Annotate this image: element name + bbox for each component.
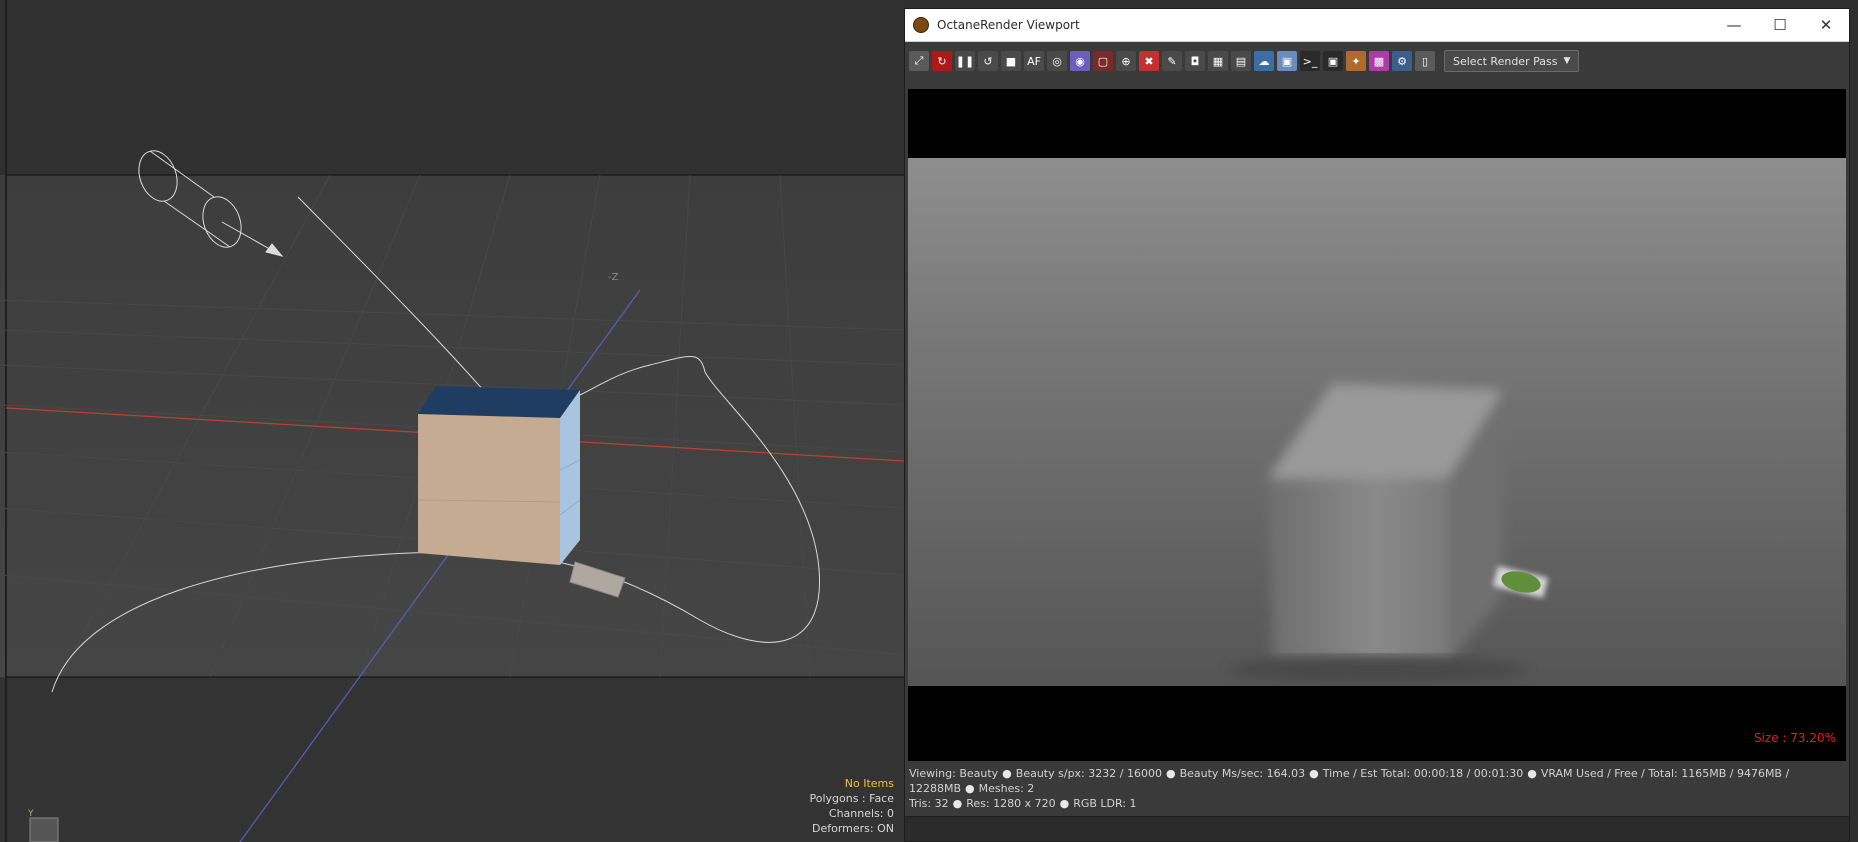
minimize-button[interactable]: — (1711, 9, 1757, 41)
window-titlebar[interactable]: OctaneRender Viewport — ☐ ✕ (905, 9, 1849, 42)
color-picker-icon[interactable]: ◉ (1070, 51, 1090, 71)
svg-text:Y: Y (27, 809, 34, 819)
channels-info: Channels: 0 (828, 807, 894, 820)
caret-down-icon: ▼ (1563, 56, 1571, 66)
selection-info: No Items (844, 777, 894, 790)
status-line2-item: RGB LDR: 1 (1073, 797, 1137, 810)
separator-dot-icon: ● (1527, 767, 1537, 780)
separator-dot-icon: ● (1309, 767, 1319, 780)
device-icon[interactable]: ▯ (1415, 51, 1435, 71)
status-line2-item: Res: 1280 x 720 (966, 797, 1056, 810)
restart-icon[interactable]: ↺ (978, 51, 998, 71)
axis-gizmo-icon: Y (27, 809, 59, 842)
region-icon[interactable]: ▢ (1093, 51, 1113, 71)
lock-icon[interactable]: ✖ (1139, 51, 1159, 71)
render-image (908, 158, 1846, 686)
stop-icon[interactable]: ■ (1001, 51, 1021, 71)
viewport-info-overlay: No Items Polygons : Face Channels: 0 Def… (809, 776, 894, 836)
info-icon[interactable]: ▣ (1323, 51, 1343, 71)
gear-icon[interactable]: ⚙ (1392, 51, 1412, 71)
render-canvas[interactable]: Size : 73.20% (908, 89, 1846, 761)
cube-object (417, 386, 581, 565)
cloud-icon[interactable]: ☁ (1254, 51, 1274, 71)
background-top (0, 0, 904, 175)
console-icon[interactable]: >_ (1300, 51, 1320, 71)
start-render-icon[interactable]: ↻ (932, 51, 952, 71)
status-line1-item: Meshes: 2 (978, 782, 1035, 795)
pause-icon[interactable]: ❚❚ (955, 51, 975, 71)
camera-icon[interactable]: ◘ (1185, 51, 1205, 71)
status-line-2: Tris: 32 ● Res: 1280 x 720 ● RGB LDR: 1 (909, 796, 1845, 811)
render-size-label: Size : 73.20% (1753, 731, 1836, 745)
render-toolbar: ⤢ ↻ ❚❚ ↺ ■ AF ◎ ◉ ▢ ⊕ ✖ ✎ ◘ ▦ ▤ ☁ ▣ >_ ▣ ✦ ▩ ⚙ ▯ Select Render … (909, 47, 1845, 75)
cube-icon[interactable]: ▣ (1277, 51, 1297, 71)
status-line1-item: Time / Est Total: 00:00:18 / 00:01:30 (1322, 767, 1524, 780)
separator-dot-icon: ● (1059, 797, 1070, 810)
expand-icon[interactable]: ⤢ (909, 51, 929, 71)
focus-picker-icon[interactable]: ⊕ (1116, 51, 1136, 71)
modeler-3d-viewport[interactable]: -Z No Items Polygons : Face Channels: 0 … (0, 0, 904, 842)
render-status-bar: Viewing: Beauty ● Beauty s/px: 3232 / 1600… (909, 766, 1845, 811)
octane-logo-icon (913, 17, 929, 33)
z-axis-label: -Z (608, 272, 619, 283)
window-title: OctaneRender Viewport (937, 18, 1080, 32)
separator-dot-icon: ● (1002, 767, 1012, 780)
octane-render-window[interactable]: OctaneRender Viewport — ☐ ✕ ⤢ ↻ ❚❚ ↺ ■ AF ◎ ◉ ▢ ⊕… (904, 8, 1850, 842)
render-pass-label: Select Render Pass (1453, 54, 1558, 68)
separator-dot-icon: ● (1165, 767, 1176, 780)
grid-icon[interactable]: ▦ (1208, 51, 1228, 71)
close-button[interactable]: ✕ (1803, 9, 1849, 41)
status-line-1: Viewing: Beauty ● Beauty s/px: 3232 / 1600… (909, 766, 1845, 796)
save-icon[interactable]: ▤ (1231, 51, 1251, 71)
maximize-button[interactable]: ☐ (1757, 9, 1803, 41)
checker-icon[interactable]: ▩ (1369, 51, 1389, 71)
status-line2-item: Tris: 32 (909, 797, 949, 810)
status-line1-item: Beauty Ms/sec: 164.03 (1179, 767, 1306, 780)
render-pass-dropdown[interactable]: Select Render Pass ▼ (1444, 50, 1580, 72)
separator-dot-icon: ● (952, 797, 963, 810)
deformers-info: Deformers: ON (812, 822, 894, 835)
separator-dot-icon: ● (965, 782, 975, 795)
settings-icon[interactable]: ◎ (1047, 51, 1067, 71)
timeline-strip (905, 816, 1849, 841)
polygon-mode-info: Polygons : Face (809, 792, 894, 805)
background-bottom (0, 677, 904, 842)
viewport-scene[interactable]: -Z (0, 0, 904, 842)
aa-icon[interactable]: AF (1024, 51, 1044, 71)
status-line1-item: Beauty s/px: 3232 / 16000 (1015, 767, 1162, 780)
material-picker-icon[interactable]: ✎ (1162, 51, 1182, 71)
texture-icon[interactable]: ✦ (1346, 51, 1366, 71)
status-line1-item: Viewing: Beauty (909, 767, 999, 780)
